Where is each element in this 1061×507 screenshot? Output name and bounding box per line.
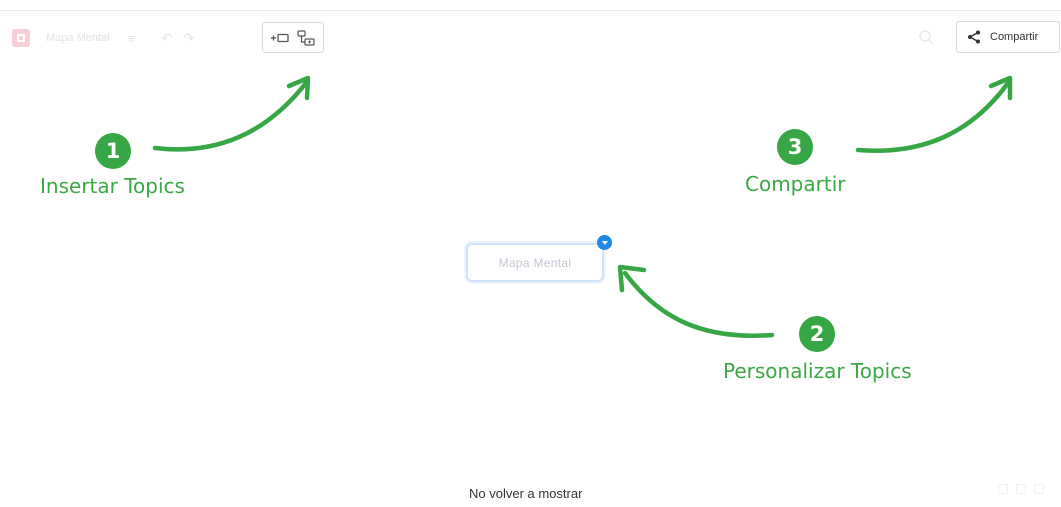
step-2-label: Personalizar Topics [723,359,912,383]
step-2-badge: 2 [799,316,835,352]
central-topic-label: Mapa Mental [498,255,572,270]
tutorial-arrow-2 [622,270,775,338]
step-1-badge: 1 [95,133,131,169]
step-1-label: Insertar Topics [40,174,185,198]
zoom-controls [998,480,1054,498]
step-3-label: Compartir [745,172,846,196]
chevron-down-icon [601,240,608,245]
zoom-out-icon[interactable] [998,484,1008,494]
topic-style-handle[interactable] [597,235,612,250]
zoom-in-icon[interactable] [1034,484,1044,494]
dont-show-again-link[interactable]: No volver a mostrar [469,486,582,501]
step-3-badge: 3 [777,129,813,165]
tutorial-arrow-3 [855,80,1011,153]
fit-view-icon[interactable] [1016,484,1026,494]
tutorial-arrow-1 [152,80,309,152]
central-topic[interactable]: Mapa Mental [466,243,604,282]
